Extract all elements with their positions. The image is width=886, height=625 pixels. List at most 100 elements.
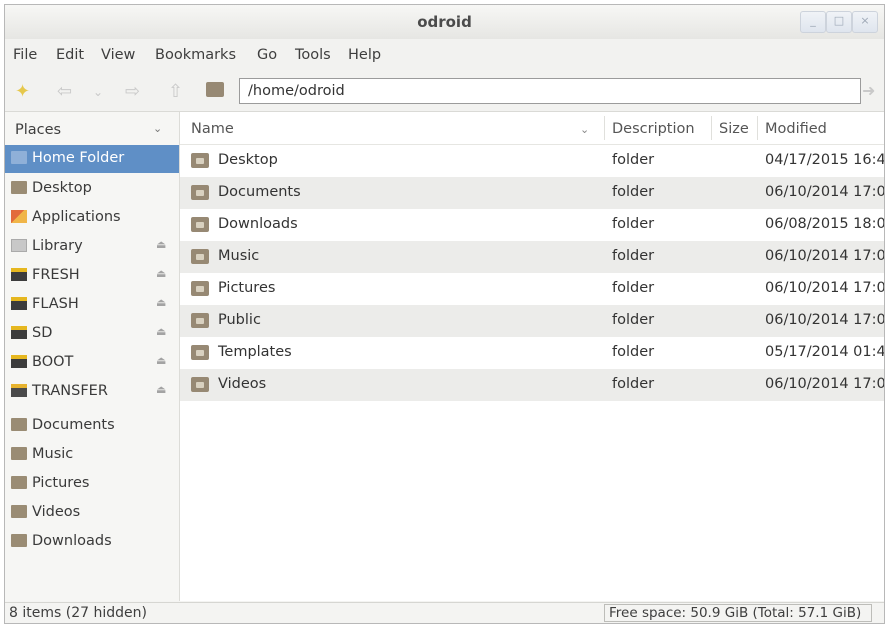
eject-icon[interactable]: ⏏ xyxy=(156,296,166,309)
file-row-public[interactable]: Public folder 06/10/2014 17:05 xyxy=(180,305,884,337)
file-name: Music xyxy=(218,248,260,264)
sidebar-item-label: Downloads xyxy=(32,533,112,549)
maximize-button[interactable]: □ xyxy=(826,11,852,33)
drive-icon xyxy=(11,326,27,339)
forward-button-icon[interactable]: ⇨ xyxy=(125,81,140,102)
close-button[interactable]: × xyxy=(852,11,878,33)
folder-icon xyxy=(191,153,209,168)
file-modified: 06/08/2015 18:05 xyxy=(765,216,885,232)
menu-help[interactable]: Help xyxy=(348,47,381,63)
downloads-folder-icon xyxy=(11,534,27,547)
sidebar-item-library[interactable]: Library ⏏ xyxy=(5,233,179,261)
file-row-downloads[interactable]: Downloads folder 06/08/2015 18:05 xyxy=(180,209,884,241)
column-header-modified[interactable]: Modified xyxy=(765,121,827,137)
sidebar-item-label: Home Folder xyxy=(32,150,125,166)
eject-icon[interactable]: ⏏ xyxy=(156,383,166,396)
history-dropdown-icon[interactable]: ⌄ xyxy=(93,85,103,99)
sidebar-item-music[interactable]: Music xyxy=(5,441,179,469)
file-row-videos[interactable]: Videos folder 06/10/2014 17:05 xyxy=(180,369,884,401)
file-row-pictures[interactable]: Pictures folder 06/10/2014 17:05 xyxy=(180,273,884,305)
file-row-desktop[interactable]: Desktop folder 04/17/2015 16:46 xyxy=(180,145,884,177)
sidebar-item-home-folder[interactable]: Home Folder xyxy=(5,145,179,173)
pictures-folder-icon xyxy=(11,476,27,489)
menu-edit[interactable]: Edit xyxy=(56,47,84,63)
file-name: Templates xyxy=(218,344,292,360)
sidebar-item-documents[interactable]: Documents xyxy=(5,412,179,440)
file-description: folder xyxy=(612,376,655,392)
file-modified: 06/10/2014 17:05 xyxy=(765,280,885,296)
column-header-size[interactable]: Size xyxy=(719,121,749,137)
file-description: folder xyxy=(612,248,655,264)
file-modified: 05/17/2014 01:49 xyxy=(765,344,885,360)
eject-icon[interactable]: ⏏ xyxy=(156,238,166,251)
up-folder-icon[interactable]: ⇧ xyxy=(168,81,183,102)
sort-indicator-icon[interactable]: ⌄ xyxy=(580,123,589,136)
chevron-down-icon[interactable]: ⌄ xyxy=(153,122,162,135)
sidebar-item-pictures[interactable]: Pictures xyxy=(5,470,179,498)
file-manager-window: odroid _ □ × File Edit View Bookmarks Go… xyxy=(4,4,885,624)
titlebar[interactable]: odroid _ □ × xyxy=(5,5,884,40)
eject-icon[interactable]: ⏏ xyxy=(156,325,166,338)
minimize-button[interactable]: _ xyxy=(800,11,826,33)
file-name: Desktop xyxy=(218,152,278,168)
file-row-templates[interactable]: Templates folder 05/17/2014 01:49 xyxy=(180,337,884,369)
column-divider[interactable] xyxy=(757,116,758,140)
go-arrow-icon[interactable]: ➜ xyxy=(862,81,875,100)
column-divider[interactable] xyxy=(604,116,605,140)
file-modified: 06/10/2014 17:05 xyxy=(765,184,885,200)
places-sidebar: Places ⌄ Home Folder Desktop Application… xyxy=(5,112,180,601)
file-row-documents[interactable]: Documents folder 06/10/2014 17:05 xyxy=(180,177,884,209)
sidebar-item-transfer[interactable]: TRANSFER ⏏ xyxy=(5,378,179,406)
item-count: 8 items (27 hidden) xyxy=(9,605,147,621)
folder-icon xyxy=(191,185,209,200)
documents-folder-icon xyxy=(11,418,27,431)
file-row-music[interactable]: Music folder 06/10/2014 17:05 xyxy=(180,241,884,273)
menu-file[interactable]: File xyxy=(13,47,37,63)
eject-icon[interactable]: ⏏ xyxy=(156,354,166,367)
sidebar-item-fresh[interactable]: FRESH ⏏ xyxy=(5,262,179,290)
places-header[interactable]: Places ⌄ xyxy=(5,112,179,144)
file-description: folder xyxy=(612,216,655,232)
sidebar-item-flash[interactable]: FLASH ⏏ xyxy=(5,291,179,319)
sidebar-item-label: FRESH xyxy=(32,267,80,283)
file-name: Downloads xyxy=(218,216,298,232)
column-header-description[interactable]: Description xyxy=(612,121,695,137)
applications-icon xyxy=(11,210,27,223)
places-label: Places xyxy=(15,122,62,138)
file-description: folder xyxy=(612,312,655,328)
file-description: folder xyxy=(612,280,655,296)
menu-bookmarks[interactable]: Bookmarks xyxy=(155,47,236,63)
menu-view[interactable]: View xyxy=(101,47,135,63)
sidebar-item-label: FLASH xyxy=(32,296,79,312)
file-name: Public xyxy=(218,312,261,328)
file-modified: 06/10/2014 17:05 xyxy=(765,248,885,264)
column-header-name[interactable]: Name xyxy=(191,121,234,137)
path-input[interactable]: /home/odroid xyxy=(239,78,861,104)
column-divider[interactable] xyxy=(711,116,712,140)
menu-tools[interactable]: Tools xyxy=(295,47,331,63)
sidebar-item-videos[interactable]: Videos xyxy=(5,499,179,527)
sidebar-item-label: Music xyxy=(32,446,74,462)
sidebar-item-applications[interactable]: Applications xyxy=(5,204,179,232)
folder-icon xyxy=(191,313,209,328)
new-tab-icon[interactable]: ✦ xyxy=(15,81,30,102)
status-bar: 8 items (27 hidden) Free space: 50.9 GiB… xyxy=(5,602,884,623)
sidebar-item-label: Pictures xyxy=(32,475,90,491)
sidebar-item-label: BOOT xyxy=(32,354,74,370)
toolbar: ✦ ⇦ ⌄ ⇨ ⇧ /home/odroid ➜ xyxy=(5,71,884,112)
sidebar-item-label: Desktop xyxy=(32,180,92,196)
folder-icon xyxy=(191,345,209,360)
back-button-icon[interactable]: ⇦ xyxy=(57,81,72,102)
sidebar-item-desktop[interactable]: Desktop xyxy=(5,175,179,203)
sidebar-item-sd[interactable]: SD ⏏ xyxy=(5,320,179,348)
column-header-row: Name ⌄ Description Size Modified xyxy=(180,112,884,145)
free-space-indicator: Free space: 50.9 GiB (Total: 57.1 GiB) xyxy=(604,604,872,622)
network-drive-icon xyxy=(11,384,27,397)
eject-icon[interactable]: ⏏ xyxy=(156,267,166,280)
folder-icon xyxy=(191,217,209,232)
menu-go[interactable]: Go xyxy=(257,47,277,63)
sidebar-item-label: Applications xyxy=(32,209,121,225)
file-modified: 04/17/2015 16:46 xyxy=(765,152,885,168)
sidebar-item-downloads[interactable]: Downloads xyxy=(5,528,179,556)
sidebar-item-boot[interactable]: BOOT ⏏ xyxy=(5,349,179,377)
